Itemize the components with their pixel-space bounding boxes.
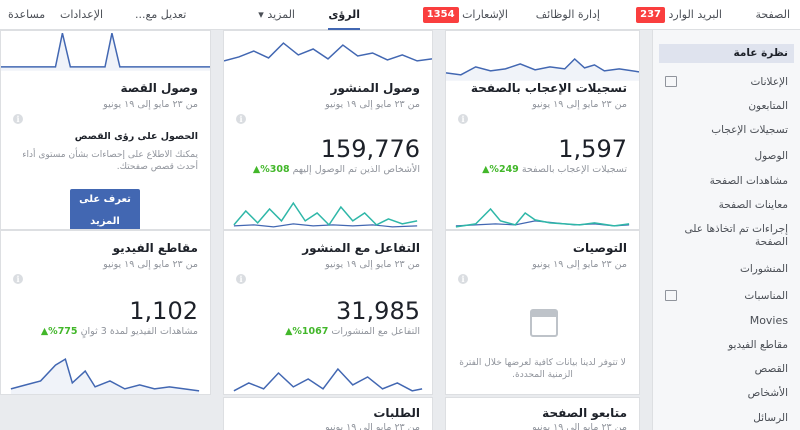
card-date-range: من ٢٣ مايو إلى ١٩ يونيو xyxy=(532,99,627,110)
card-title: وصول المنشور xyxy=(330,81,420,95)
recommendations-card[interactable]: التوصيات من ٢٣ مايو إلى ١٩ يونيو i لا تت… xyxy=(445,230,640,395)
likes-percent: 249%▲ xyxy=(482,164,519,175)
notifications-label: الإشعارات xyxy=(462,8,508,21)
sidebar-item-label: المناسبات xyxy=(744,290,788,302)
notifications-count-badge: 1354 xyxy=(422,7,459,23)
engagement-sub-label: التفاعل مع المنشورات xyxy=(331,326,420,337)
sidebar-item-page-views[interactable]: مشاهدات الصفحة xyxy=(661,175,788,188)
stories-insights-body: يمكنك الاطلاع على إحصاءات بشأن مستوى أدا… xyxy=(22,150,198,172)
no-data-message: لا تتوفر لدينا بيانات كافية لعرضها خلال … xyxy=(459,358,626,380)
reach-sub-label: الأشخاص الذين تم الوصول إليهم xyxy=(292,164,420,175)
tab-insights[interactable]: الرؤى xyxy=(328,0,360,30)
card-date-range: من ٢٣ مايو إلى ١٩ يونيو xyxy=(325,422,420,430)
likes-sub-label: تسجيلات الإعجاب بالصفحة xyxy=(521,164,627,175)
card-title: مقاطع الفيديو xyxy=(112,241,198,255)
post-reach-card[interactable]: وصول المنشور من ٢٣ مايو إلى ١٩ يونيو i 1… xyxy=(223,30,433,230)
engagement-change: التفاعل مع المنشورات 1067%▲ xyxy=(281,326,420,337)
story-reach-card[interactable]: وصول القصة من ٢٣ مايو إلى ١٩ يونيو i الح… xyxy=(0,30,211,230)
card-title: التوصيات xyxy=(572,241,627,255)
engagement-percent: 1067%▲ xyxy=(285,326,329,337)
sidebar-item-followers[interactable]: المتابعون xyxy=(661,100,788,113)
sidebar-item-ads[interactable]: الإعلانات xyxy=(661,76,788,89)
videos-total: 1,102 xyxy=(129,297,198,325)
reach-top-sparkline xyxy=(224,42,432,62)
videos-chart xyxy=(10,358,200,394)
info-icon[interactable]: i xyxy=(458,114,468,124)
edit-with-menu[interactable]: تعديل مع... xyxy=(135,0,186,30)
sidebar-item-label: الإعلانات xyxy=(750,76,788,88)
likes-top-sparkline xyxy=(446,57,639,81)
tab-notifications[interactable]: الإشعارات 1354 xyxy=(419,0,508,30)
page-likes-card[interactable]: تسجيلات الإعجاب بالصفحة من ٢٣ مايو إلى ١… xyxy=(445,30,640,230)
info-icon[interactable]: i xyxy=(458,274,468,284)
card-title: الطلبات xyxy=(373,406,420,420)
sidebar-item-page-previews[interactable]: معاينات الصفحة xyxy=(661,199,788,212)
inbox-label: البريد الوارد xyxy=(668,8,723,21)
settings-link[interactable]: الإعدادات xyxy=(60,0,103,30)
card-date-range: من ٢٣ مايو إلى ١٩ يونيو xyxy=(103,99,198,110)
likes-total: 1,597 xyxy=(558,135,627,163)
card-title: متابعو الصفحة xyxy=(542,406,627,420)
sidebar-item-messages[interactable]: الرسائل xyxy=(661,412,788,425)
sidebar-item-stories[interactable]: القصص xyxy=(661,363,788,376)
videos-card[interactable]: مقاطع الفيديو من ٢٣ مايو إلى ١٩ يونيو i … xyxy=(0,230,211,395)
likes-change: تسجيلات الإعجاب بالصفحة 249%▲ xyxy=(478,164,627,175)
external-link-icon xyxy=(665,76,677,87)
reach-bottom-chart xyxy=(233,201,418,228)
story-top-sparkline xyxy=(1,33,210,71)
sidebar-item-videos[interactable]: مقاطع الفيديو xyxy=(661,339,788,352)
sidebar-item-people[interactable]: الأشخاص xyxy=(661,387,788,400)
tab-more[interactable]: المزيد ▾ xyxy=(258,0,295,30)
learn-more-button[interactable]: تعرف على المزيد xyxy=(70,189,140,229)
inbox-count-badge: 237 xyxy=(636,7,665,23)
card-title: التفاعل مع المنشور xyxy=(302,241,420,255)
engagement-total: 31,985 xyxy=(336,297,420,325)
top-nav-bar: الصفحة البريد الوارد 237 إدارة الوظائف ا… xyxy=(0,0,800,30)
tab-inbox[interactable]: البريد الوارد 237 xyxy=(632,0,722,30)
card-date-range: من ٢٣ مايو إلى ١٩ يونيو xyxy=(532,422,627,430)
likes-bottom-chart xyxy=(455,207,630,228)
tab-page[interactable]: الصفحة xyxy=(755,0,790,30)
post-engagement-card[interactable]: التفاعل مع المنشور من ٢٣ مايو إلى ١٩ يون… xyxy=(223,230,433,395)
card-date-range: من ٢٣ مايو إلى ١٩ يونيو xyxy=(532,259,627,270)
reach-percent: 308%▲ xyxy=(252,164,290,175)
external-link-icon xyxy=(665,290,677,301)
tab-jobs[interactable]: إدارة الوظائف xyxy=(536,0,600,30)
insights-sidebar: نظرة عامة الإعلانات المتابعون تسجيلات ال… xyxy=(652,30,800,430)
card-date-range: من ٢٣ مايو إلى ١٩ يونيو xyxy=(325,99,420,110)
info-icon[interactable]: i xyxy=(236,114,246,124)
help-link[interactable]: مساعدة xyxy=(8,0,45,30)
card-date-range: من ٢٣ مايو إلى ١٩ يونيو xyxy=(325,259,420,270)
engagement-chart xyxy=(233,367,423,392)
info-icon[interactable]: i xyxy=(13,114,23,124)
reach-total: 159,776 xyxy=(320,135,420,163)
card-title: وصول القصة xyxy=(120,81,198,95)
sidebar-item-overview[interactable]: نظرة عامة xyxy=(659,44,794,63)
orders-card[interactable]: الطلبات من ٢٣ مايو إلى ١٩ يونيو xyxy=(223,397,433,430)
sidebar-item-events[interactable]: المناسبات xyxy=(661,290,788,303)
card-date-range: من ٢٣ مايو إلى ١٩ يونيو xyxy=(103,259,198,270)
sidebar-item-posts[interactable]: المنشورات xyxy=(661,263,788,276)
info-icon[interactable]: i xyxy=(236,274,246,284)
page-followers-card[interactable]: متابعو الصفحة من ٢٣ مايو إلى ١٩ يونيو xyxy=(445,397,640,430)
sidebar-item-reach[interactable]: الوصول xyxy=(661,150,788,163)
sidebar-item-likes[interactable]: تسجيلات الإعجاب xyxy=(661,124,788,137)
stories-insights-heading: الحصول على رؤى القصص xyxy=(74,131,198,142)
videos-percent: 775%▲ xyxy=(40,326,78,337)
videos-change: مشاهدات الفيديو لمدة 3 ثوانٍ 775%▲ xyxy=(37,326,198,337)
sidebar-item-movies[interactable]: Movies xyxy=(661,314,788,327)
calendar-icon xyxy=(530,309,558,337)
sidebar-item-actions[interactable]: إجراءات تم اتخاذها على الصفحة xyxy=(661,223,788,249)
card-title: تسجيلات الإعجاب بالصفحة xyxy=(470,81,627,95)
videos-sub-label: مشاهدات الفيديو لمدة 3 ثوانٍ xyxy=(80,326,198,337)
reach-change: الأشخاص الذين تم الوصول إليهم 308%▲ xyxy=(249,164,420,175)
info-icon[interactable]: i xyxy=(13,274,23,284)
